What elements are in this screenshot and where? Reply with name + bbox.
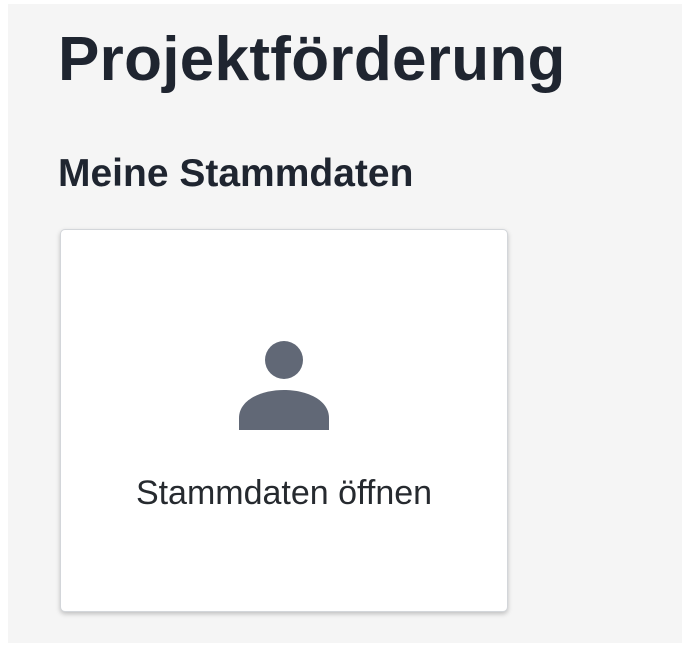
page-viewport: Projektförderung Meine Stammdaten Stammd… bbox=[8, 4, 682, 643]
person-icon-head bbox=[265, 341, 303, 379]
open-master-data-card[interactable]: Stammdaten öffnen bbox=[60, 229, 508, 612]
person-icon bbox=[239, 341, 329, 430]
open-master-data-label: Stammdaten öffnen bbox=[135, 474, 433, 512]
page-title: Projektförderung bbox=[58, 25, 566, 94]
section-title: Meine Stammdaten bbox=[58, 152, 414, 195]
person-icon-body bbox=[239, 390, 329, 430]
